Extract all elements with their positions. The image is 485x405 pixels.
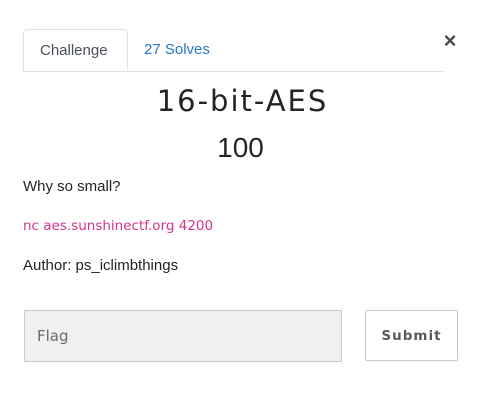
tab-challenge[interactable]: Challenge bbox=[23, 29, 128, 71]
flag-input[interactable] bbox=[24, 310, 342, 362]
connection-command: nc aes.sunshinectf.org 4200 bbox=[23, 218, 214, 234]
tab-solves[interactable]: 27 Solves bbox=[128, 29, 226, 70]
challenge-modal: × Challenge 27 Solves 16-bit-AES 100 Why… bbox=[0, 0, 485, 405]
submit-button[interactable]: Submit bbox=[365, 310, 458, 361]
challenge-points: 100 bbox=[217, 132, 264, 163]
description-text: Why so small? bbox=[23, 178, 121, 195]
modal-tabs: Challenge 27 Solves bbox=[23, 29, 444, 72]
author-line: Author: ps_iclimbthings bbox=[23, 257, 179, 274]
challenge-name: 16-bit-AES bbox=[156, 84, 329, 118]
